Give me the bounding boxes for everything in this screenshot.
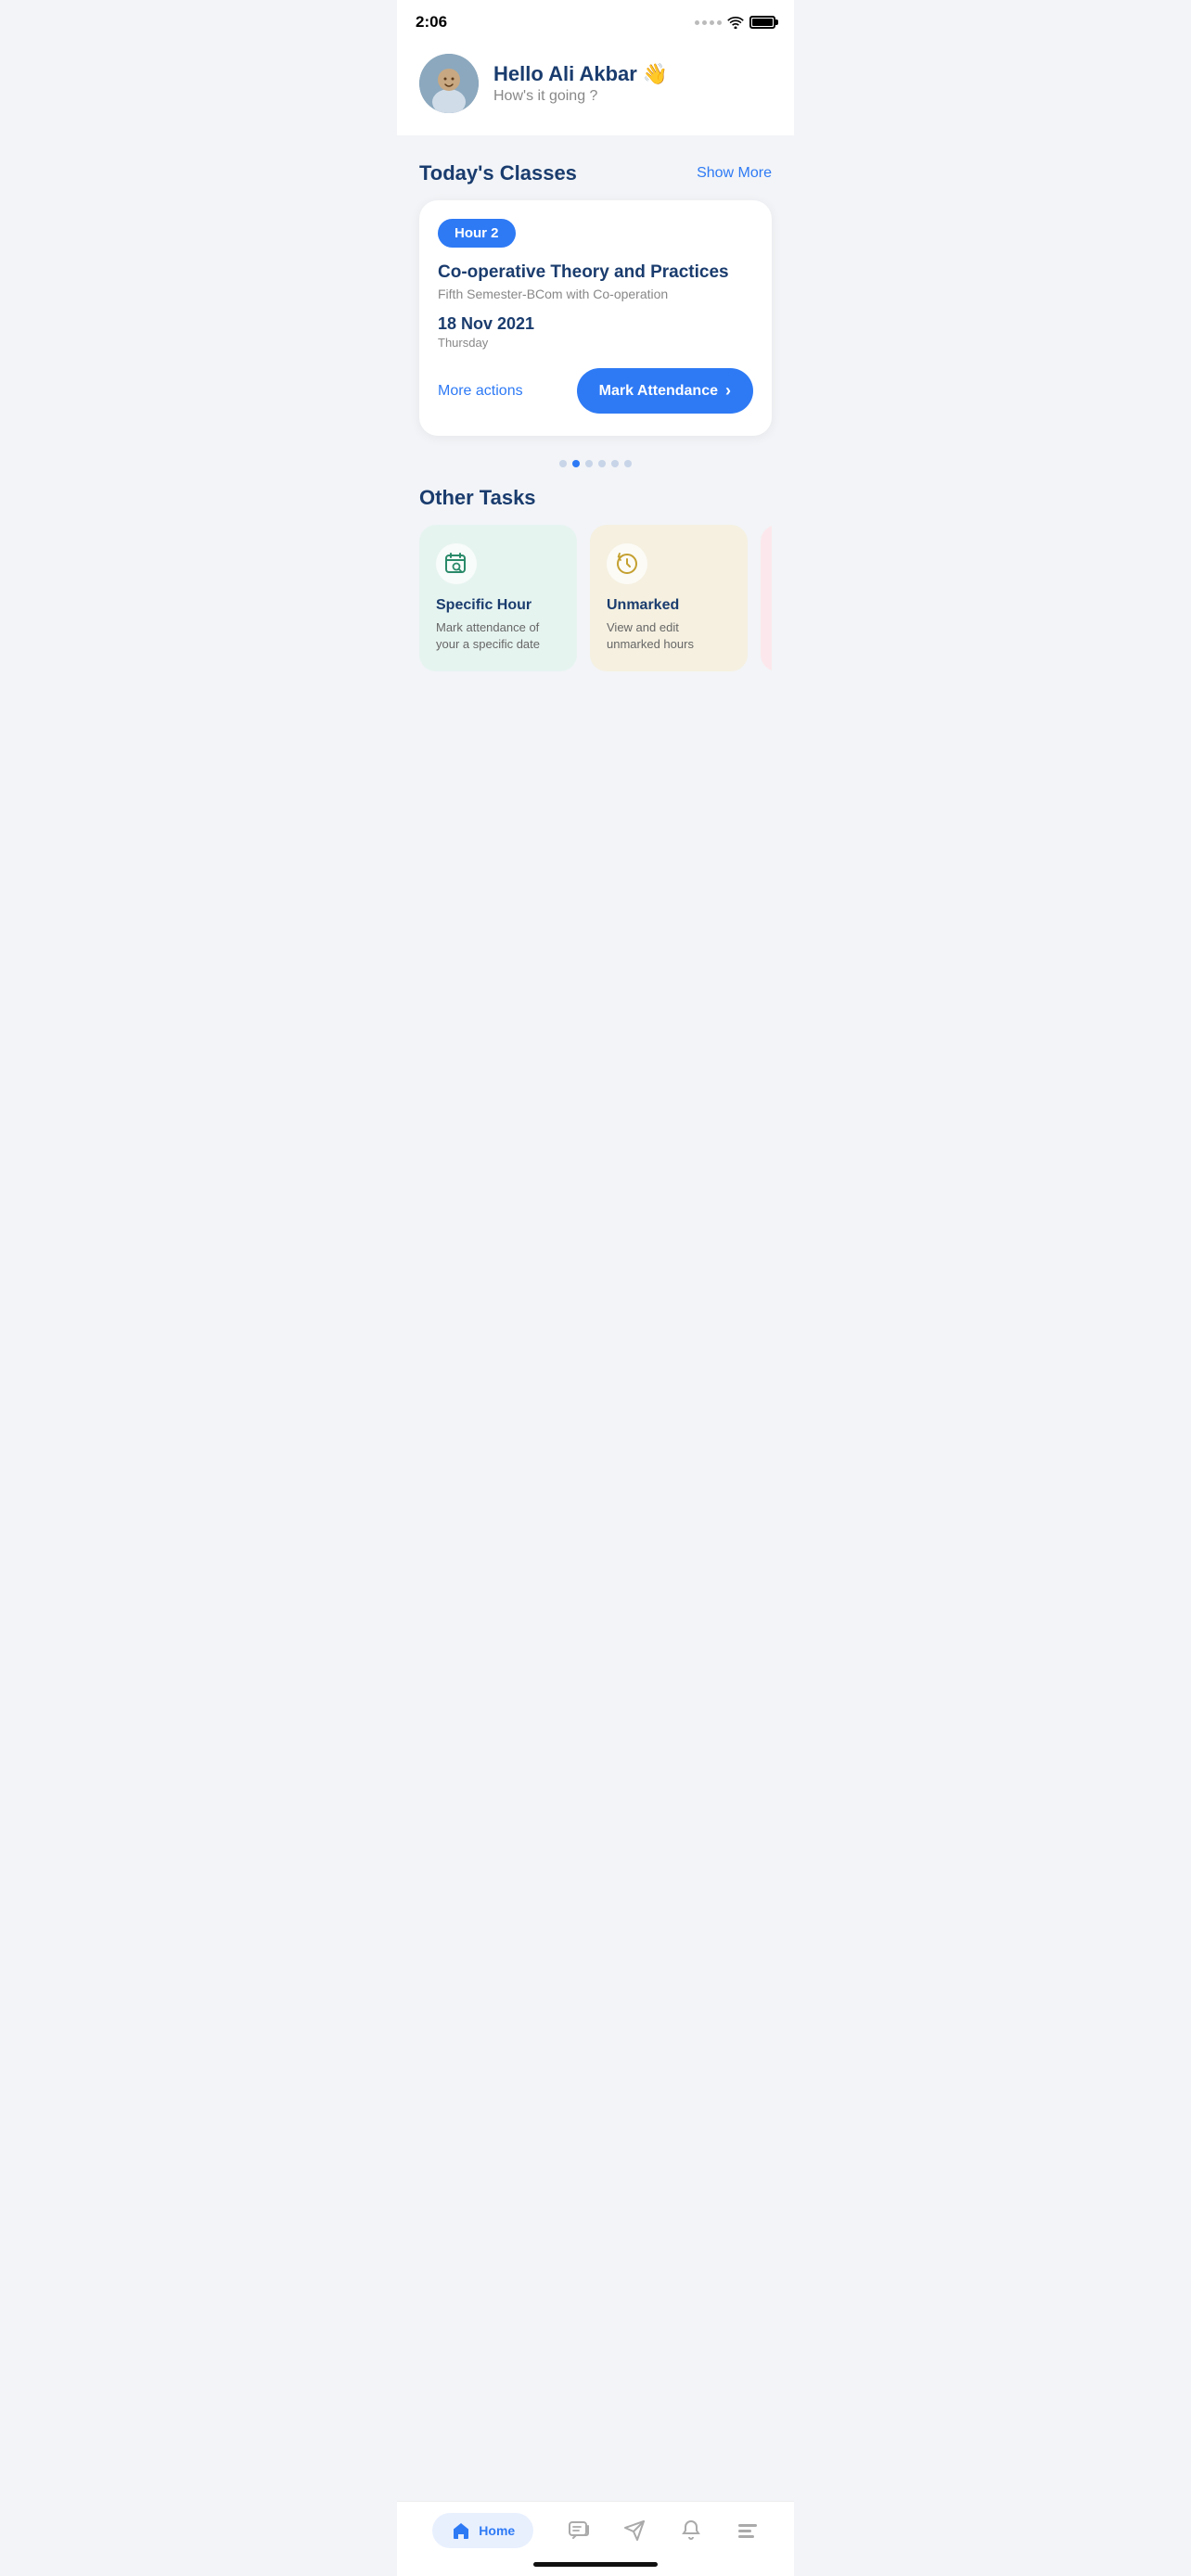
greeting-name: Hello Ali Akbar bbox=[493, 62, 637, 86]
card-actions: More actions Mark Attendance › bbox=[438, 368, 753, 414]
task-desc-unmarked: View and edit unmarked hours bbox=[607, 619, 731, 653]
other-tasks-section: Other Tasks Specific Hour Mark attendanc… bbox=[397, 471, 794, 690]
task-card-specific-hour[interactable]: Specific Hour Mark attendance of your a … bbox=[419, 525, 577, 671]
home-nav-label: Home bbox=[479, 2523, 515, 2538]
task-name-specific-hour: Specific Hour bbox=[436, 597, 560, 614]
home-icon bbox=[451, 2520, 471, 2541]
other-tasks-title: Other Tasks bbox=[419, 486, 772, 510]
unmarked-icon bbox=[607, 543, 647, 584]
send-icon bbox=[623, 2519, 646, 2542]
nav-item-chat[interactable] bbox=[568, 2519, 590, 2542]
header: Hello Ali Akbar 👋 How's it going ? bbox=[397, 39, 794, 135]
nav-item-send[interactable] bbox=[623, 2519, 646, 2542]
chat-icon bbox=[568, 2519, 590, 2542]
wave-emoji: 👋 bbox=[643, 62, 668, 86]
class-subtitle: Fifth Semester-BCom with Co-operation bbox=[438, 287, 753, 301]
tasks-row: Specific Hour Mark attendance of your a … bbox=[419, 525, 772, 671]
more-actions-link[interactable]: More actions bbox=[438, 383, 523, 400]
todays-classes-section: Today's Classes Show More Hour 2 Co-oper… bbox=[397, 143, 794, 447]
section-divider bbox=[397, 135, 794, 143]
task-card-adjust[interactable]: Adju Mark your a bbox=[761, 525, 772, 671]
nav-item-home[interactable]: Home bbox=[432, 2513, 533, 2548]
class-date: 18 Nov 2021 bbox=[438, 314, 753, 334]
clock-back-icon bbox=[615, 552, 639, 576]
status-time: 2:06 bbox=[416, 13, 447, 32]
class-day: Thursday bbox=[438, 336, 753, 350]
hour-badge: Hour 2 bbox=[438, 219, 516, 248]
status-icons bbox=[695, 16, 775, 29]
signal-icon bbox=[695, 20, 722, 25]
home-indicator-bar bbox=[397, 2557, 794, 2576]
avatar bbox=[419, 54, 479, 113]
carousel-dot-1[interactable] bbox=[559, 460, 567, 467]
status-bar: 2:06 bbox=[397, 0, 794, 39]
section-header: Today's Classes Show More bbox=[419, 161, 772, 185]
battery-icon bbox=[749, 16, 775, 29]
task-card-unmarked[interactable]: Unmarked View and edit unmarked hours bbox=[590, 525, 748, 671]
carousel-dot-2[interactable] bbox=[572, 460, 580, 467]
section-title: Today's Classes bbox=[419, 161, 577, 185]
show-more-button[interactable]: Show More bbox=[697, 165, 772, 182]
chevron-right-icon: › bbox=[725, 381, 731, 401]
bottom-spacer bbox=[397, 690, 794, 801]
carousel-dot-3[interactable] bbox=[585, 460, 593, 467]
carousel-dots bbox=[397, 447, 794, 471]
carousel-dot-4[interactable] bbox=[598, 460, 606, 467]
more-icon bbox=[736, 2519, 759, 2542]
nav-item-more[interactable] bbox=[736, 2519, 759, 2542]
carousel-dot-5[interactable] bbox=[611, 460, 619, 467]
greeting-text: Hello Ali Akbar 👋 How's it going ? bbox=[493, 62, 772, 105]
task-name-unmarked: Unmarked bbox=[607, 597, 731, 614]
carousel-dot-6[interactable] bbox=[624, 460, 632, 467]
mark-attendance-button[interactable]: Mark Attendance › bbox=[577, 368, 753, 414]
wifi-icon bbox=[727, 16, 744, 29]
avatar-image bbox=[419, 54, 479, 113]
greeting-subtitle: How's it going ? bbox=[493, 88, 772, 105]
class-card: Hour 2 Co-operative Theory and Practices… bbox=[419, 200, 772, 436]
class-title: Co-operative Theory and Practices bbox=[438, 262, 753, 283]
bell-icon bbox=[680, 2519, 702, 2542]
nav-item-bell[interactable] bbox=[680, 2519, 702, 2542]
home-indicator bbox=[533, 2562, 658, 2567]
specific-hour-icon bbox=[436, 543, 477, 584]
task-desc-specific-hour: Mark attendance of your a specific date bbox=[436, 619, 560, 653]
calendar-search-icon bbox=[444, 552, 468, 576]
